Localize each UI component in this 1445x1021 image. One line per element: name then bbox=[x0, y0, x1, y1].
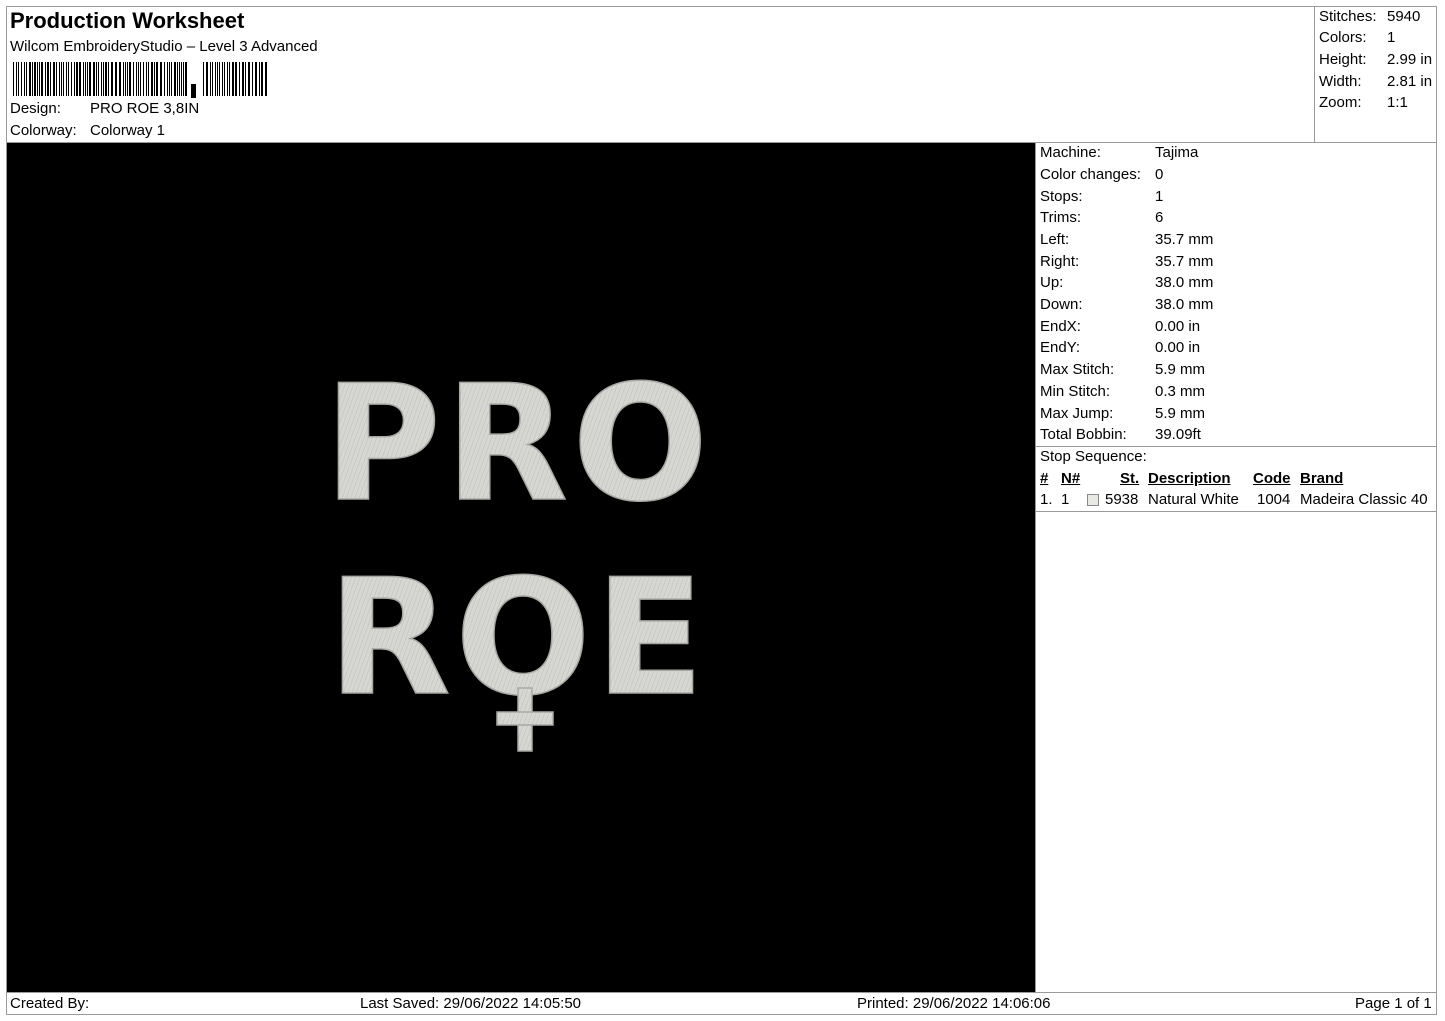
barcode bbox=[13, 62, 267, 98]
info-label: EndY: bbox=[1040, 339, 1081, 356]
info-label: Max Jump: bbox=[1040, 405, 1114, 422]
worksheet-footer: Created By: Last Saved: 29/06/2022 14:05… bbox=[6, 993, 1437, 1015]
info-value: Tajima bbox=[1155, 144, 1199, 161]
info-row-total-bobbin: Total Bobbin: 39.09ft bbox=[1040, 426, 1201, 443]
design-value: PRO ROE 3,8IN bbox=[90, 100, 200, 117]
row-st: 5938 bbox=[1105, 491, 1139, 508]
row-code: 1004 bbox=[1257, 491, 1291, 508]
stop-sequence-title: Stop Sequence: bbox=[1040, 448, 1147, 465]
info-row-trims: Trims: 6 bbox=[1040, 209, 1163, 226]
info-value: 35.7 mm bbox=[1155, 253, 1214, 270]
embroidery-line-1: PRO bbox=[324, 350, 712, 537]
info-value: 5.9 mm bbox=[1155, 405, 1206, 422]
info-row-left: Left: 35.7 mm bbox=[1040, 231, 1213, 248]
colorway-value: Colorway 1 bbox=[90, 122, 166, 139]
info-value: 38.0 mm bbox=[1155, 274, 1214, 291]
colors-row: Colors: 1 bbox=[1319, 29, 1395, 46]
info-row-max-stitch: Max Stitch: 5.9 mm bbox=[1040, 361, 1205, 378]
row-n: 1 bbox=[1061, 491, 1070, 508]
info-row-endx: EndX: 0.00 in bbox=[1040, 318, 1200, 335]
info-value: 5.9 mm bbox=[1155, 361, 1206, 378]
page-title: Production Worksheet bbox=[10, 8, 245, 33]
stats-box: Stitches: 5940 Colors: 1 Height: 2.99 in Wi… bbox=[1314, 6, 1437, 142]
info-row-right: Right: 35.7 mm bbox=[1040, 253, 1213, 270]
zoom-label: Zoom: bbox=[1319, 94, 1362, 111]
printed-date: Printed: 29/06/2022 14:06:06 bbox=[857, 995, 1051, 1012]
stitches-row: Stitches: 5940 bbox=[1319, 8, 1420, 25]
info-row-max-jump: Max Jump: 5.9 mm bbox=[1040, 405, 1205, 422]
row-num: 1. bbox=[1040, 491, 1053, 508]
design-preview: PRO ROE bbox=[7, 143, 1035, 992]
width-row: Width: 2.81 in bbox=[1319, 73, 1432, 90]
info-row-down: Down: 38.0 mm bbox=[1040, 296, 1213, 313]
info-label: Up: bbox=[1040, 274, 1064, 291]
header-description: Description bbox=[1148, 470, 1231, 487]
worksheet-header: Production Worksheet Wilcom EmbroiderySt… bbox=[6, 6, 1314, 142]
info-value: 6 bbox=[1155, 209, 1164, 226]
stop-sequence-divider-bottom bbox=[1036, 511, 1437, 512]
header-num: # bbox=[1040, 470, 1049, 487]
design-row: Design: PRO ROE 3,8IN bbox=[10, 100, 199, 117]
header-brand: Brand bbox=[1300, 470, 1344, 487]
info-label: Min Stitch: bbox=[1040, 383, 1111, 400]
info-label: EndX: bbox=[1040, 318, 1081, 335]
colors-value: 1 bbox=[1387, 29, 1396, 46]
info-row-color-changes: Color changes: 0 bbox=[1040, 166, 1163, 183]
design-label: Design: bbox=[10, 100, 61, 117]
machine-info-panel: Machine: Tajima Color changes: 0 Stops: 1 T… bbox=[1036, 143, 1437, 992]
info-value: 38.0 mm bbox=[1155, 296, 1214, 313]
header-n: N# bbox=[1061, 470, 1081, 487]
info-row-min-stitch: Min Stitch: 0.3 mm bbox=[1040, 383, 1205, 400]
info-value: 0 bbox=[1155, 166, 1164, 183]
info-label: Down: bbox=[1040, 296, 1083, 313]
zoom-row: Zoom: 1:1 bbox=[1319, 94, 1408, 111]
info-value: 0.00 in bbox=[1155, 318, 1201, 335]
height-value: 2.99 in bbox=[1387, 51, 1433, 68]
info-label: Trims: bbox=[1040, 209, 1082, 226]
info-label: Right: bbox=[1040, 253, 1080, 270]
row-description: Natural White bbox=[1148, 491, 1239, 508]
row-brand: Madeira Classic 40 bbox=[1300, 491, 1428, 508]
thread-color-swatch bbox=[1087, 494, 1099, 506]
info-value: 35.7 mm bbox=[1155, 231, 1214, 248]
info-label: Machine: bbox=[1040, 144, 1101, 161]
stop-sequence-divider-top bbox=[1036, 446, 1437, 447]
info-row-up: Up: 38.0 mm bbox=[1040, 274, 1213, 291]
info-label: Color changes: bbox=[1040, 166, 1141, 183]
zoom-value: 1:1 bbox=[1387, 94, 1408, 111]
stitches-value: 5940 bbox=[1387, 8, 1421, 25]
last-saved: Last Saved: 29/06/2022 14:05:50 bbox=[360, 995, 582, 1012]
info-row-machine: Machine: Tajima bbox=[1040, 144, 1198, 161]
colorway-label: Colorway: bbox=[10, 122, 77, 139]
info-row-stops: Stops: 1 bbox=[1040, 188, 1163, 205]
info-value: 0.3 mm bbox=[1155, 383, 1206, 400]
created-by: Created By: bbox=[10, 995, 90, 1012]
info-label: Total Bobbin: bbox=[1040, 426, 1127, 443]
info-row-endy: EndY: 0.00 in bbox=[1040, 339, 1200, 356]
page-number: Page 1 of 1 bbox=[1355, 995, 1432, 1012]
info-label: Left: bbox=[1040, 231, 1070, 248]
header-st: St. bbox=[1120, 470, 1140, 487]
colors-label: Colors: bbox=[1319, 29, 1367, 46]
colorway-row: Colorway: Colorway 1 bbox=[10, 122, 165, 139]
header-code: Code bbox=[1253, 470, 1291, 487]
height-label: Height: bbox=[1319, 51, 1367, 68]
height-row: Height: 2.99 in bbox=[1319, 51, 1432, 68]
info-value: 39.09ft bbox=[1155, 426, 1201, 443]
info-value: 1 bbox=[1155, 188, 1164, 205]
width-label: Width: bbox=[1319, 73, 1362, 90]
info-value: 0.00 in bbox=[1155, 339, 1201, 356]
width-value: 2.81 in bbox=[1387, 73, 1433, 90]
preview-canvas: PRO ROE bbox=[323, 349, 712, 752]
info-label: Max Stitch: bbox=[1040, 361, 1115, 378]
info-label: Stops: bbox=[1040, 188, 1083, 205]
software-subtitle: Wilcom EmbroideryStudio – Level 3 Advanc… bbox=[10, 38, 318, 55]
stitches-label: Stitches: bbox=[1319, 8, 1377, 25]
